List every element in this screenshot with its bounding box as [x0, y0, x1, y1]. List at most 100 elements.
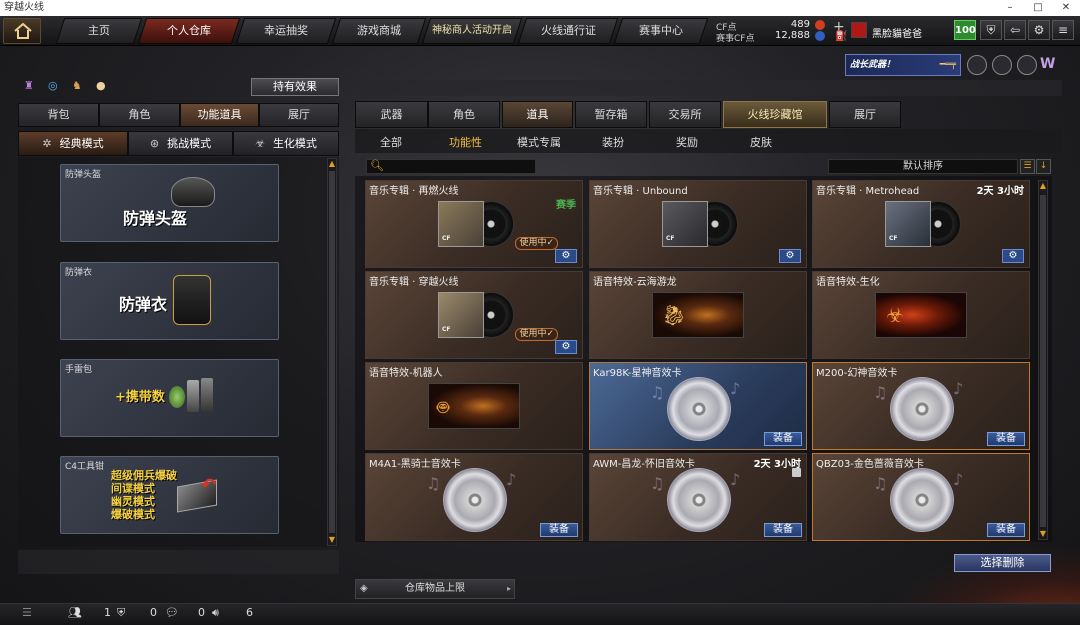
owned-effects-button[interactable]: 持有效果	[251, 78, 339, 96]
home-button[interactable]	[3, 18, 41, 44]
search-input[interactable]: 🔍︎	[366, 159, 536, 174]
classic-mode-icon: ✲	[42, 137, 52, 150]
helmet-icon	[171, 177, 215, 207]
exit-icon[interactable]: ⇦	[1004, 20, 1026, 40]
menu-icon[interactable]: ≡	[1052, 20, 1074, 40]
item-card[interactable]: 语音特效-机器人 🤖︎	[365, 362, 583, 450]
item-card[interactable]: Kar98K-星神音效卡 ♫ ♪ 装备	[589, 362, 807, 450]
rank-shield-icon[interactable]: ⛨	[980, 20, 1002, 40]
grenade-pack-card[interactable]: 手雷包 +携带数	[60, 359, 279, 437]
right-scroll-thumb[interactable]	[1040, 195, 1046, 527]
nav-tab-pass[interactable]: 火线通行证	[517, 18, 619, 44]
subtab-mode-exclusive[interactable]: 模式专属	[517, 134, 561, 150]
equip-button[interactable]: 装备	[764, 432, 802, 446]
left-tab-backpack[interactable]: 背包	[18, 103, 99, 127]
left-tab-character[interactable]: 角色	[99, 103, 180, 127]
c4-tool-card[interactable]: C4工具钳 超级佣兵爆破 间谍模式 幽灵模式 爆破模式 ↶	[60, 456, 279, 534]
shield-count: 0	[150, 606, 157, 619]
subtab-skins[interactable]: 皮肤	[750, 134, 772, 150]
gear-icon[interactable]: ⚙	[555, 249, 577, 263]
red-arrow-icon: ↶	[201, 475, 217, 496]
avatar[interactable]	[851, 22, 867, 38]
equip-button[interactable]: 装备	[540, 523, 578, 537]
settings-icon[interactable]: ⚙	[1028, 20, 1050, 40]
equip-button[interactable]: 装备	[764, 523, 802, 537]
music-note-icon: ♪	[506, 470, 517, 489]
item-card[interactable]: 音乐专辑 · 穿越火线 CF 使用中✓ ⚙	[365, 271, 583, 359]
mode-tab-challenge[interactable]: ⊛ 挑战模式	[128, 131, 233, 156]
item-card[interactable]: M200-幻神音效卡 ♫ ♪ 装备	[812, 362, 1030, 450]
subtab-rewards[interactable]: 奖励	[676, 134, 698, 150]
sort-select[interactable]: 默认排序	[828, 159, 1018, 174]
list-view-icon[interactable]: ☰	[1020, 159, 1035, 174]
item-card[interactable]: AWM-昌龙-怀旧音效卡 2天 3小时 ♫ ♪ 装备	[589, 453, 807, 541]
lock-icon	[792, 468, 801, 477]
select-delete-button[interactable]: 选择删除	[954, 554, 1051, 572]
nav-tab-lucky-draw[interactable]: 幸运抽奖	[235, 18, 337, 44]
left-scroll-thumb[interactable]	[329, 171, 335, 533]
equip-button[interactable]: 装备	[987, 432, 1025, 446]
w-logo-icon[interactable]: W	[1040, 56, 1055, 72]
nav-tab-home[interactable]: 主页	[55, 18, 143, 44]
sort-down-icon[interactable]: ↓	[1036, 159, 1051, 174]
minimize-button[interactable]: –	[996, 0, 1024, 16]
right-tab-characters[interactable]: 角色	[428, 101, 500, 128]
gear-icon[interactable]: ⚙	[555, 340, 577, 354]
music-note-icon: ♪	[953, 470, 964, 489]
item-card[interactable]: M4A1-黑骑士音效卡 ♫ ♪ 装备	[365, 453, 583, 541]
badge-icon-1[interactable]	[967, 55, 987, 75]
nav-tab-warehouse[interactable]: 个人仓库	[137, 18, 241, 44]
item-card[interactable]: 音乐专辑 · Metrohead 2天 3小时 CF ⚙	[812, 180, 1030, 268]
right-tab-props[interactable]: 道具	[502, 101, 573, 128]
gift-icon[interactable]: ♜	[24, 79, 40, 95]
recharge-icon: ⛽	[835, 31, 848, 42]
cf-value: 489	[790, 19, 810, 30]
mode-tab-classic[interactable]: ✲ 经典模式	[18, 131, 128, 156]
nav-tab-shop[interactable]: 游戏商城	[331, 18, 427, 44]
chat-count: 0	[198, 606, 205, 619]
close-button[interactable]: ✕	[1052, 0, 1080, 16]
right-tab-exchange[interactable]: 交易所	[649, 101, 721, 128]
helmet-card[interactable]: 防弹头盔 防弹头盔	[60, 164, 279, 242]
nav-tab-events[interactable]: 赛事中心	[613, 18, 709, 44]
scroll-down-icon[interactable]: ▼	[1038, 529, 1048, 539]
list-icon[interactable]: ☰	[22, 606, 32, 619]
equip-button[interactable]: 装备	[987, 523, 1025, 537]
item-card[interactable]: QBZ03-金色蔷薇音效卡 ♫ ♪ 装备	[812, 453, 1030, 541]
cycle-icon[interactable]: ◎	[48, 79, 64, 95]
search-icon: 🔍︎	[370, 159, 384, 172]
item-card[interactable]: 语音特效-生化 ☣	[812, 271, 1030, 359]
left-tab-gallery[interactable]: 展厅	[259, 103, 339, 127]
item-card[interactable]: 音乐专辑 · 再燃火线 赛季 CF 使用中✓ ⚙	[365, 180, 583, 268]
maximize-button[interactable]: □	[1024, 0, 1052, 16]
mode-tab-zombie[interactable]: ☣ 生化模式	[233, 131, 339, 156]
subtab-functional[interactable]: 功能性	[449, 134, 482, 150]
zombie-mode-icon: ☣	[255, 137, 265, 150]
right-tab-gallery[interactable]: 展厅	[829, 101, 901, 128]
nav-tab-merchant[interactable]: 神秘商人活动开启	[421, 18, 523, 44]
gear-icon[interactable]: ⚙	[779, 249, 801, 263]
bag-icon[interactable]: ●	[96, 79, 112, 95]
left-tab-items[interactable]: 功能道具	[180, 103, 259, 127]
left-scrollbar[interactable]: ▲ ▼	[327, 158, 337, 546]
scroll-up-icon[interactable]: ▲	[1038, 181, 1048, 191]
item-card[interactable]: 音乐专辑 · Unbound CF ⚙	[589, 180, 807, 268]
badge-icon-3[interactable]	[1017, 55, 1037, 75]
right-scrollbar[interactable]: ▲ ▼	[1038, 180, 1048, 540]
right-tab-storage[interactable]: 暂存箱	[575, 101, 647, 128]
item-card[interactable]: 语音特效-云海游龙 🐉︎	[589, 271, 807, 359]
promo-banner[interactable]: 战长武器！ ━═╤	[845, 54, 961, 76]
subtab-outfit[interactable]: 装扮	[602, 134, 624, 150]
character-icon[interactable]: ♞	[72, 79, 88, 95]
speaker-icon[interactable]: 🔊︎	[212, 606, 219, 620]
right-tab-weapons[interactable]: 武器	[355, 101, 428, 128]
badge-icon-2[interactable]	[992, 55, 1012, 75]
right-tab-collection[interactable]: 火线珍藏馆	[723, 101, 827, 128]
capacity-bar[interactable]: ◈ 仓库物品上限 ▸	[355, 579, 515, 599]
album-cover-icon: CF	[662, 201, 742, 247]
scroll-up-icon[interactable]: ▲	[327, 159, 337, 169]
vest-card[interactable]: 防弹衣 防弹衣	[60, 262, 279, 340]
scroll-down-icon[interactable]: ▼	[327, 535, 337, 545]
subtab-all[interactable]: 全部	[380, 134, 402, 150]
gear-icon[interactable]: ⚙	[1002, 249, 1024, 263]
